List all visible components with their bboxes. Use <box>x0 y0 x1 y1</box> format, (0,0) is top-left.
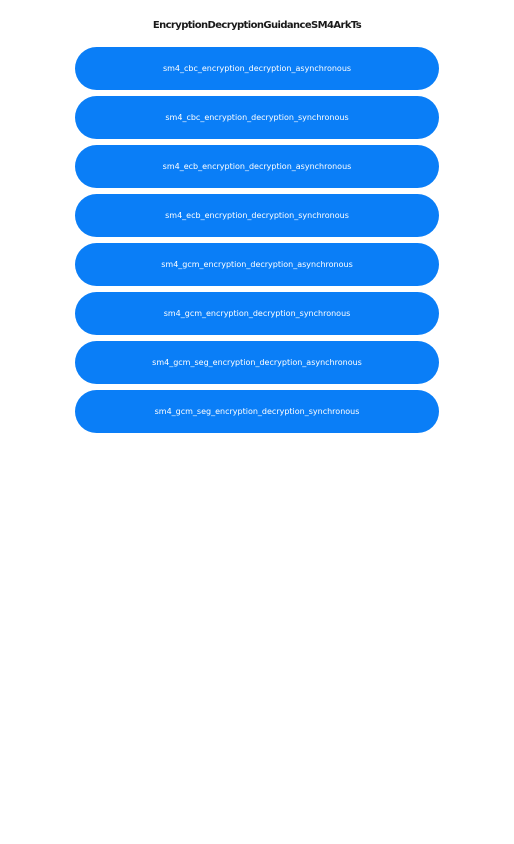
sm4-cbc-async-button[interactable]: sm4_cbc_encryption_decryption_asynchrono… <box>75 47 439 90</box>
sm4-gcm-async-button[interactable]: sm4_gcm_encryption_decryption_asynchrono… <box>75 243 439 286</box>
sm4-ecb-sync-button[interactable]: sm4_ecb_encryption_decryption_synchronou… <box>75 194 439 237</box>
sm4-cbc-sync-button[interactable]: sm4_cbc_encryption_decryption_synchronou… <box>75 96 439 139</box>
sm4-ecb-async-button[interactable]: sm4_ecb_encryption_decryption_asynchrono… <box>75 145 439 188</box>
sm4-gcm-sync-button[interactable]: sm4_gcm_encryption_decryption_synchronou… <box>75 292 439 335</box>
page-title: EncryptionDecryptionGuidanceSM4ArkTs <box>152 20 362 31</box>
sm4-gcm-seg-sync-button[interactable]: sm4_gcm_seg_encryption_decryption_synchr… <box>75 390 439 433</box>
button-list: sm4_cbc_encryption_decryption_asynchrono… <box>75 47 439 433</box>
sm4-gcm-seg-async-button[interactable]: sm4_gcm_seg_encryption_decryption_asynch… <box>75 341 439 384</box>
